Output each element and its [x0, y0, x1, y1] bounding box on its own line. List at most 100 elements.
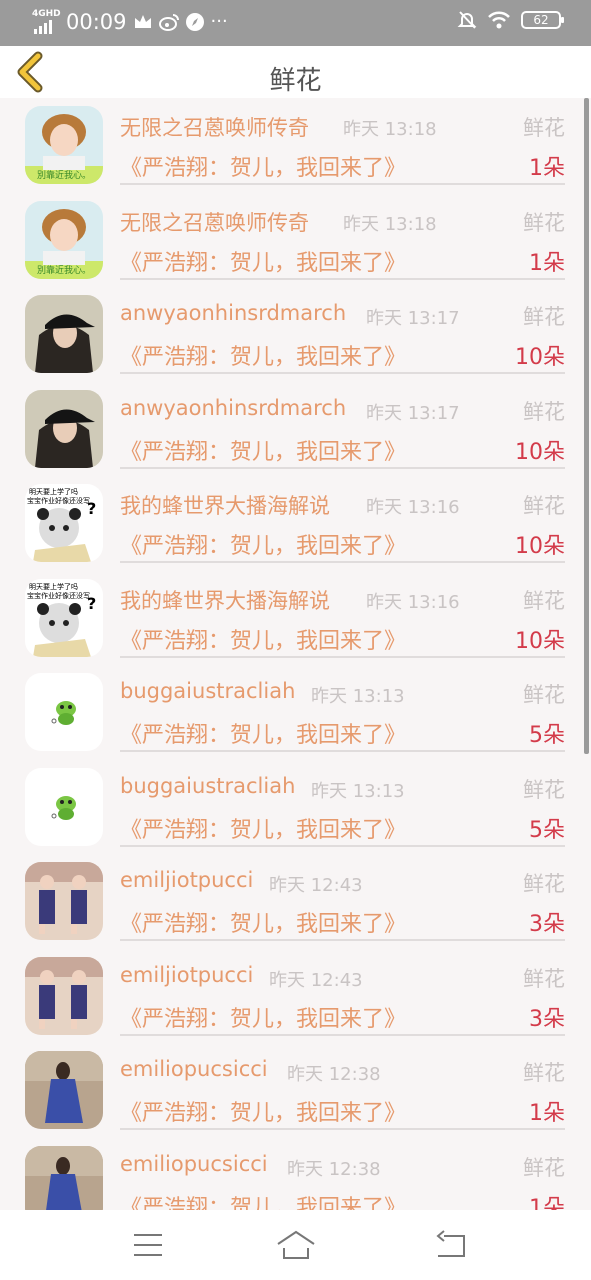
list-item[interactable]: 別靠近我心。 无限之召蒽唤师传奇 昨天 13:18 鲜花 《严浩翔：贺儿，我回来了》 1朵: [0, 193, 591, 287]
book-title[interactable]: 《严浩翔：贺儿，我回来了》: [120, 1001, 406, 1033]
timestamp: 昨天 13:16: [366, 591, 460, 613]
sender-name[interactable]: buggaiustracliah: [120, 679, 295, 703]
avatar[interactable]: [25, 1051, 103, 1129]
battery-icon: 62: [521, 11, 564, 29]
list-item[interactable]: emiljiotpucci 昨天 12:43 鲜花 《严浩翔：贺儿，我回来了》 3朵: [0, 949, 591, 1043]
system-nav-bar: [0, 1210, 591, 1280]
avatar[interactable]: 別靠近我心。: [25, 200, 103, 279]
gift-type: 鲜花: [523, 210, 565, 235]
sender-name[interactable]: emiljiotpucci: [120, 868, 253, 892]
timestamp: 昨天 12:43: [269, 969, 363, 991]
weibo-icon: [158, 14, 179, 31]
timestamp: 昨天 12:43: [269, 875, 363, 896]
clock: 00:09: [66, 10, 127, 34]
sender-name[interactable]: emiliopucsicci: [120, 1152, 268, 1176]
avatar[interactable]: [25, 673, 103, 751]
avatar[interactable]: [25, 862, 103, 940]
gift-type: 鲜花: [523, 1155, 565, 1180]
book-title[interactable]: 《严浩翔：贺儿，我回来了》: [120, 245, 406, 277]
avatar[interactable]: [25, 389, 103, 468]
timestamp: 昨天 13:16: [366, 497, 460, 518]
home-button[interactable]: [276, 1228, 316, 1262]
timestamp: 昨天 13:13: [311, 686, 405, 707]
sender-name[interactable]: 无限之召蒽唤师传奇: [120, 112, 309, 142]
avatar-image: [25, 295, 103, 373]
gift-count: 10朵: [515, 345, 565, 370]
return-button[interactable]: [432, 1228, 472, 1262]
avatar[interactable]: 明天要上学了吗 宝宝作业好像还没写?: [25, 578, 103, 657]
list-item[interactable]: anwyaonhinsrdmarch 昨天 13:17 鲜花 《严浩翔：贺儿，我回来了…: [0, 382, 591, 476]
avatar[interactable]: [25, 956, 103, 1035]
avatar-image: 明天要上学了吗宝宝作业好像还没写?: [25, 484, 103, 562]
list-item[interactable]: buggaiustracliah 昨天 13:13 鲜花 《严浩翔：贺儿，我回来了》 5…: [0, 760, 591, 854]
book-title[interactable]: 《严浩翔：贺儿，我回来了》: [120, 339, 406, 371]
svg-text:宝宝作业好像还没写: 宝宝作业好像还没写: [27, 496, 90, 505]
status-right: 62: [457, 10, 564, 30]
avatar[interactable]: 明天要上学了吗 宝宝作业好像还没写?: [25, 484, 103, 562]
page-title: 鲜花: [269, 66, 322, 96]
gift-type: 鲜花: [523, 305, 565, 329]
book-title[interactable]: 《严浩翔：贺儿，我回来了》: [120, 434, 406, 466]
sender-name[interactable]: 我的蜂世界大播海解说: [120, 490, 330, 520]
avatar[interactable]: [25, 767, 103, 846]
sender-name[interactable]: emiliopucsicci: [120, 1057, 268, 1081]
list-item[interactable]: buggaiustracliah 昨天 13:13 鲜花 《严浩翔：贺儿，我回来了》 5…: [0, 665, 591, 759]
list-item[interactable]: 明天要上学了吗 宝宝作业好像还没写? 我的蜂世界大播海解说 昨天 13:16 鲜花《严浩…: [0, 476, 591, 570]
svg-text:?: ?: [87, 499, 96, 518]
sender-name[interactable]: emiljiotpucci: [120, 963, 253, 987]
status-left: 4GHD 00:09 ···: [32, 10, 228, 34]
avatar[interactable]: 別靠近我心。: [25, 106, 103, 184]
scrollbar[interactable]: [584, 98, 589, 754]
avatar-image: [25, 673, 103, 751]
gift-type: 鲜花: [523, 1061, 565, 1085]
list-item[interactable]: anwyaonhinsrdmarch 昨天 13:17 鲜花《严浩翔：贺儿，我回来了…: [0, 287, 591, 381]
gift-type: 鲜花: [523, 683, 565, 707]
book-title[interactable]: 《严浩翔：贺儿，我回来了》: [120, 1190, 406, 1211]
gift-count: 1朵: [529, 250, 565, 276]
list-item[interactable]: 明天要上学了吗 宝宝作业好像还没写? 我的蜂世界大播海解说 昨天 13:16 鲜花《严浩…: [0, 571, 591, 665]
avatar-image: [25, 862, 103, 940]
gift-count: 3朵: [529, 1006, 565, 1032]
book-title[interactable]: 《严浩翔：贺儿，我回来了》: [120, 623, 406, 655]
book-title[interactable]: 《严浩翔：贺儿，我回来了》: [120, 812, 406, 844]
svg-text:別靠近我心。: 別靠近我心。: [37, 264, 91, 276]
sender-name[interactable]: 无限之召蒽唤师传奇: [120, 207, 309, 237]
gift-count: 1朵: [529, 156, 565, 181]
avatar-image: [25, 956, 103, 1035]
divider: [120, 844, 565, 847]
avatar-image: [25, 1051, 103, 1129]
timestamp: 昨天 12:38: [287, 1158, 381, 1180]
book-title[interactable]: 《严浩翔：贺儿，我回来了》: [120, 906, 406, 938]
avatar[interactable]: [25, 1145, 103, 1210]
timestamp: 昨天 13:17: [366, 308, 460, 329]
gift-type: 鲜花: [523, 872, 565, 896]
title-bar: 鲜花: [0, 46, 591, 98]
list-item[interactable]: emiliopucsicci 昨天 12:38 鲜花 《严浩翔：贺儿，我回来了》 1朵: [0, 1043, 591, 1137]
avatar-image: 別靠近我心。: [25, 106, 103, 184]
sender-name[interactable]: anwyaonhinsrdmarch: [120, 301, 346, 325]
book-title[interactable]: 《严浩翔：贺儿，我回来了》: [120, 1095, 406, 1127]
sender-name[interactable]: 我的蜂世界大播海解说: [120, 585, 330, 615]
back-icon: [436, 1230, 465, 1257]
book-title[interactable]: 《严浩翔：贺儿，我回来了》: [120, 150, 406, 182]
divider: [120, 466, 565, 469]
avatar-image: [25, 1145, 103, 1210]
divider: [120, 561, 565, 563]
gift-type: 鲜花: [523, 494, 565, 518]
sender-name[interactable]: buggaiustracliah: [120, 774, 295, 798]
avatar[interactable]: [25, 295, 103, 373]
status-bar: 4GHD 00:09 ··· 62: [0, 0, 591, 46]
sender-name[interactable]: anwyaonhinsrdmarch: [120, 396, 346, 420]
list-item[interactable]: 別靠近我心。 无限之召蒽唤师传奇 昨天 13:18 鲜花 《严浩翔：贺儿，我回来了》 1朵: [0, 98, 591, 192]
list-item[interactable]: emiliopucsicci 昨天 12:38 鲜花 《严浩翔：贺儿，我回来了》 1朵: [0, 1138, 591, 1211]
list-item[interactable]: emiljiotpucci 昨天 12:43 鲜花 《严浩翔：贺儿，我回来了》 3朵: [0, 854, 591, 948]
book-title[interactable]: 《严浩翔：贺儿，我回来了》: [120, 717, 406, 749]
gift-type: 鲜花: [523, 588, 565, 613]
bell-off-icon: [457, 11, 477, 29]
flower-record-list[interactable]: 別靠近我心。 无限之召蒽唤师传奇 昨天 13:18 鲜花 《严浩翔：贺儿，我回来了》 1朵…: [0, 98, 591, 1210]
menu-button[interactable]: [128, 1228, 168, 1262]
gift-count: 10朵: [515, 628, 565, 654]
wifi-icon: [488, 11, 510, 29]
divider: [120, 1128, 565, 1130]
book-title[interactable]: 《严浩翔：贺儿，我回来了》: [120, 528, 406, 560]
